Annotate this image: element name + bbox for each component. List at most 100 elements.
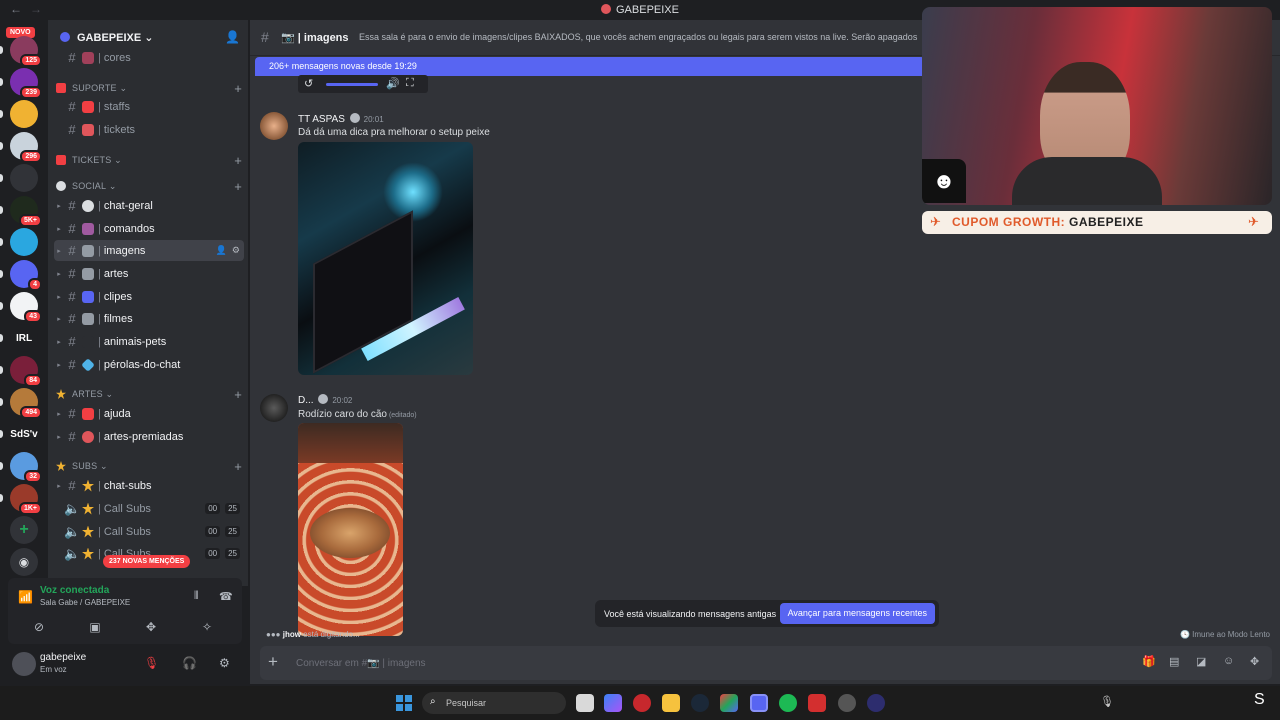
soundboard-button[interactable]: ✧ [182,616,232,638]
volume-icon[interactable]: 🔊 [386,77,400,90]
message-input[interactable] [296,654,896,672]
opera-icon[interactable] [633,694,651,712]
avatar[interactable] [12,652,36,676]
channel-clipes[interactable]: ▸ # | clipes [54,286,244,307]
sticker-icon[interactable]: ◪ [1196,655,1206,668]
channel-artes-premiadas[interactable]: ▸ # | artes-premiadas [54,426,244,447]
category-suporte[interactable]: SUPORTE ⌄ + [56,80,242,96]
typing-indicator: ●●● jhow está digitando... [266,630,360,639]
username[interactable]: gabepeixe [40,652,86,663]
server-icon[interactable]: 32 [10,452,42,483]
file-explorer-icon[interactable] [662,694,680,712]
steam-icon[interactable] [691,694,709,712]
settings-gear-icon[interactable]: ⚙ [232,245,240,256]
channel-topic[interactable]: Essa sala é para o envio de imagens/clip… [359,32,919,42]
unread-indicator [0,206,3,214]
add-server-icon[interactable]: + [10,516,38,544]
channel-staffs[interactable]: # | staffs [54,96,244,117]
app-icon[interactable] [867,694,885,712]
category-social[interactable]: SOCIAL ⌄ + [56,178,242,194]
start-button[interactable] [396,695,412,711]
server-icon[interactable] [10,228,38,256]
copilot-icon[interactable] [604,694,622,712]
taskbar-search[interactable]: ⌕ Pesquisar [422,692,566,714]
screen-share-button[interactable]: ▣ [70,616,120,638]
server-icon[interactable]: 125 [10,36,42,67]
add-channel-icon[interactable]: + [234,387,242,402]
server-icon[interactable]: IRL [10,324,38,352]
category-subs[interactable]: SUBS ⌄ + [56,458,242,474]
emoji-icon[interactable]: ☺ [1223,655,1234,667]
message-author[interactable]: TT ASPAS 20:01 [298,113,384,125]
jump-to-present-button[interactable]: Avançar para mensagens recentes [779,603,935,624]
server-icon[interactable]: 4 [10,260,42,291]
message-author[interactable]: D... 20:02 [298,394,352,406]
attach-plus-icon[interactable]: + [268,652,278,672]
activities-button[interactable]: ✥ [126,616,176,638]
add-channel-icon[interactable]: + [234,459,242,474]
microphone-icon[interactable]: 🎙 [1100,695,1114,708]
gift-icon[interactable]: 🎁 [1142,655,1156,668]
add-channel-icon[interactable]: + [234,179,242,194]
gif-icon[interactable]: ▤ [1169,655,1179,668]
server-icon[interactable]: 43 [10,292,42,323]
fullscreen-icon[interactable]: ⛶ [406,77,414,90]
channel-perolas-do-chat[interactable]: ▸ # | pérolas-do-chat [54,354,244,375]
voice-status[interactable]: Voz conectada [40,585,109,596]
channel-comandos[interactable]: ▸ # | comandos [54,218,244,239]
channel-animais-pets[interactable]: ▸ # | animais-pets [54,331,244,352]
channel-tickets[interactable]: # | tickets [54,119,244,140]
app-icon[interactable] [720,694,738,712]
invite-icon[interactable]: 👤 [225,30,240,44]
message-image-food[interactable] [298,423,403,636]
channel-ajuda[interactable]: ▸ # | ajuda [54,403,244,424]
apps-icon[interactable]: ✥ [1250,655,1259,668]
palette-icon [82,430,94,443]
replay-icon[interactable]: ↺ [304,77,313,90]
new-messages-banner[interactable]: 206+ mensagens novas desde 19:29 [255,57,925,76]
avatar[interactable] [260,394,288,422]
task-view-icon[interactable] [576,694,594,712]
new-mentions-pill[interactable]: 237 NOVAS MENÇÕES [103,555,191,568]
channel-imagens[interactable]: ▸ # | imagens 👤 ⚙ [54,240,244,261]
channel-chat-subs[interactable]: ▸ # | chat-subs [54,475,244,496]
add-channel-icon[interactable]: + [234,81,242,96]
voice-location[interactable]: Sala Gabe / GABEPEIXE [40,598,130,607]
mic-muted-icon[interactable]: 🎙 [144,656,159,670]
server-icon[interactable]: 84 [10,356,42,387]
server-icon[interactable]: 5K+ [10,196,42,227]
server-icon[interactable] [10,100,38,128]
channel-filmes[interactable]: ▸ # | filmes [54,308,244,329]
message-image-setup[interactable] [298,142,473,375]
category-tickets[interactable]: TICKETS ⌄ + [56,152,242,168]
deafen-icon[interactable]: 🎧 [182,656,197,670]
channel-chat-geral[interactable]: ▸ # | chat-geral [54,195,244,216]
server-icon[interactable]: 1K+ [10,484,42,515]
voice-channel-call-subs[interactable]: 🔈 | Call Subs 00 25 [54,521,244,542]
discover-icon[interactable]: ◉ [10,548,38,576]
signal-icon[interactable]: 📶 [18,590,33,604]
spotify-icon[interactable] [779,694,797,712]
server-icon[interactable]: SdS'v [10,420,38,448]
user-settings-icon[interactable]: ⚙ [219,656,230,670]
discord-icon[interactable] [750,694,768,712]
mention-badge: 5K+ [18,214,42,227]
invite-member-icon[interactable]: 👤 [216,245,227,256]
obs-icon[interactable] [838,694,856,712]
avatar[interactable] [260,112,288,140]
channel-cores[interactable]: # | cores [54,47,244,68]
server-icon[interactable]: 239 [10,68,42,99]
server-icon[interactable]: 296 [10,132,42,163]
add-channel-icon[interactable]: + [234,153,242,168]
app-icon[interactable] [808,694,826,712]
camera-button[interactable]: ⊘ [14,616,64,638]
disconnect-icon[interactable]: ☎ [219,590,233,603]
voice-channel-call-subs[interactable]: 🔈 | Call Subs 00 25 [54,498,244,519]
server-icon[interactable] [10,164,38,192]
media-progress[interactable] [326,83,378,86]
ticket-icon [82,123,94,136]
channel-artes[interactable]: ▸ # | artes [54,263,244,284]
category-artes[interactable]: ARTES ⌄ + [56,386,242,402]
noise-suppression-icon[interactable]: ⫴ [194,590,199,603]
server-icon[interactable]: 494 [10,388,42,419]
